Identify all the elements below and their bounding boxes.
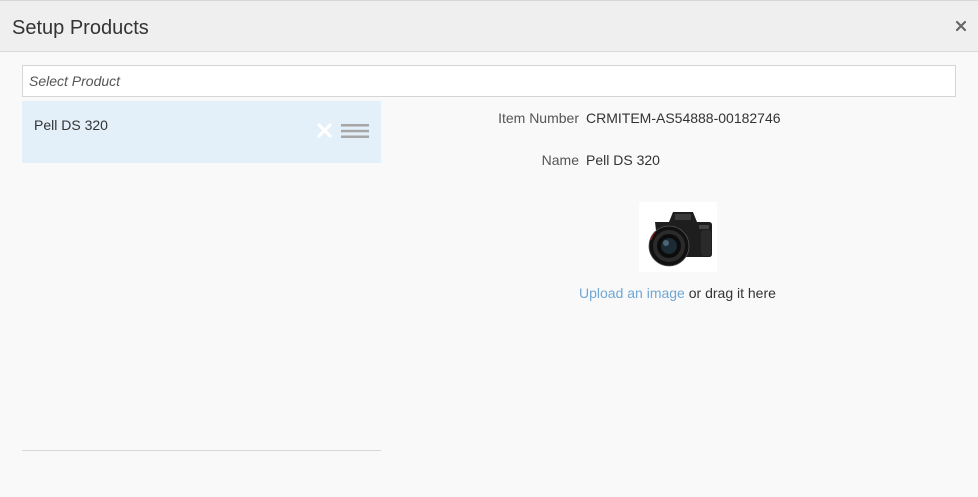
close-icon [955, 20, 967, 32]
select-product-input[interactable] [22, 65, 956, 97]
drag-handle-icon[interactable] [341, 123, 369, 139]
name-value: Pell DS 320 [586, 152, 660, 168]
list-item[interactable]: Pell DS 320 [22, 101, 381, 163]
product-name: Pell DS 320 [34, 117, 108, 133]
dialog-header: Setup Products [0, 1, 978, 52]
upload-area[interactable]: Upload an image or drag it here [579, 285, 776, 301]
product-list: Pell DS 320 [22, 101, 381, 451]
name-label: Name [541, 152, 579, 168]
remove-icon[interactable] [316, 122, 333, 139]
setup-products-dialog: Setup Products Pell DS 320 Item Number C… [0, 0, 978, 497]
dialog-title: Setup Products [12, 17, 149, 39]
close-button[interactable] [954, 18, 968, 34]
item-number-label: Item Number [498, 110, 579, 126]
product-image[interactable] [639, 202, 717, 272]
upload-hint: or drag it here [684, 285, 776, 301]
item-number-value: CRMITEM-AS54888-00182746 [586, 110, 781, 126]
camera-icon [648, 212, 712, 267]
upload-image-link[interactable]: Upload an image [579, 285, 685, 301]
